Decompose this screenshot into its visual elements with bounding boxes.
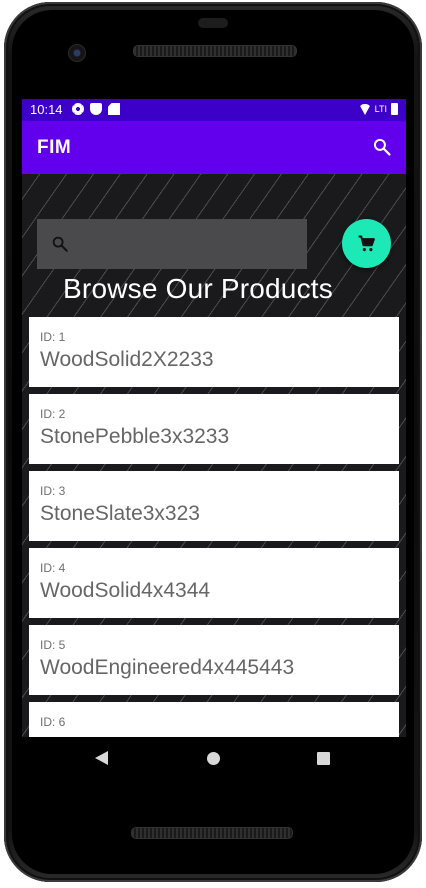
top-speaker [133,45,297,57]
product-card[interactable]: ID: 1 WoodSolid2X2233 [29,317,399,387]
search-icon[interactable] [372,137,392,157]
phone-screen: 10:14 LTI FIM Browse Our Products ID: 1 … [22,99,406,782]
search-icon [52,236,68,252]
wifi-icon [358,103,371,115]
cart-button[interactable] [342,219,391,268]
product-name: StonePebble3x3233 [40,425,230,448]
status-bar: 10:14 LTI [22,99,406,121]
system-nav-bar [22,737,406,782]
status-time: 10:14 [30,102,63,117]
bottom-speaker [131,827,293,839]
shield-icon [90,103,102,115]
page-title: Browse Our Products [63,273,333,304]
gear-icon [72,103,84,115]
main-content: Browse Our Products ID: 1 WoodSolid2X223… [22,174,406,737]
product-card[interactable]: ID: 3 StoneSlate3x323 [29,471,399,541]
front-camera [68,44,86,62]
network-label: LTI [374,104,387,114]
search-bar[interactable] [37,219,307,271]
back-icon[interactable] [95,751,108,765]
product-id: ID: 2 [40,407,66,421]
product-card[interactable]: ID: 2 StonePebble3x3233 [29,394,399,464]
product-card[interactable]: ID: 4 WoodSolid4x4344 [29,548,399,618]
product-id: ID: 3 [40,484,66,498]
product-id: ID: 4 [40,561,66,575]
product-id: ID: 1 [40,330,66,344]
home-icon[interactable] [207,752,220,765]
app-title: FIM [37,137,72,158]
recents-icon[interactable] [317,752,330,765]
product-name: WoodSolid4x4344 [40,579,211,602]
product-id: ID: 6 [40,715,66,729]
battery-icon [391,103,398,115]
emulator-frame: 10:14 LTI FIM Browse Our Products ID: 1 … [0,0,426,888]
product-name: WoodEngineered4x445443 [40,656,295,679]
product-name: StoneSlate3x323 [40,502,200,525]
sdcard-icon [108,103,120,115]
app-bar: FIM [22,121,406,174]
status-icons-left [72,103,120,115]
product-card[interactable]: ID: 5 WoodEngineered4x445443 [29,625,399,695]
search-input[interactable] [81,219,305,271]
product-id: ID: 5 [40,638,66,652]
shopping-cart-icon [358,235,375,252]
product-card[interactable]: ID: 6 [29,702,399,737]
status-icons-right: LTI [358,103,398,115]
product-name: WoodSolid2X2233 [40,348,214,371]
earpiece [198,18,228,28]
